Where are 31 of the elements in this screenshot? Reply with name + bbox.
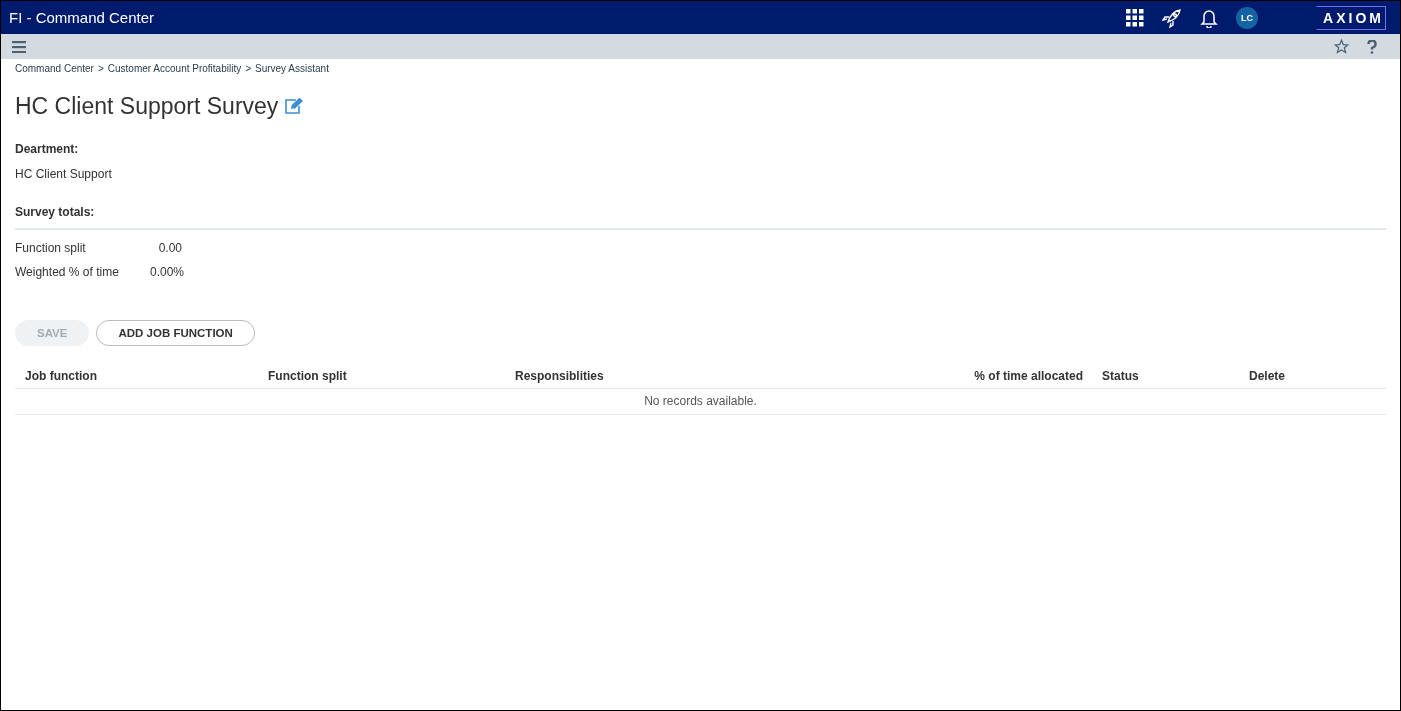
user-avatar[interactable]: LC [1236, 6, 1259, 29]
bell-icon[interactable] [1200, 7, 1219, 28]
menu-icon[interactable] [12, 40, 26, 53]
apps-grid-icon[interactable] [1126, 8, 1145, 27]
breadcrumb-separator: > [245, 63, 251, 74]
empty-message: No records available. [15, 389, 1386, 415]
logo: AXIOM [1316, 5, 1386, 30]
column-header: Function split [267, 368, 348, 383]
breadcrumb-link[interactable]: Command Center [15, 63, 94, 74]
page-title: HC Client Support Survey [15, 93, 279, 120]
column-header: Responsiblities [514, 368, 605, 383]
department-value: HC Client Support [15, 167, 113, 181]
action-button[interactable]: ADD JOB FUNCTION [96, 320, 255, 346]
column-header: Status [1101, 368, 1140, 383]
total-label: Weighted % of time [15, 265, 120, 279]
column-header: Delete [1248, 368, 1287, 383]
favorite-star-icon[interactable] [1334, 39, 1349, 54]
breadcrumb-link[interactable]: Survey Assistant [255, 63, 329, 74]
total-value: 0.00 [157, 241, 182, 255]
breadcrumb-separator: > [97, 63, 104, 74]
rocket-icon[interactable] [1162, 7, 1183, 28]
survey-totals-label: Survey totals: [15, 205, 1386, 230]
app-title: FI - Command Center [9, 9, 155, 26]
breadcrumb-link[interactable]: Customer Account Profitability [107, 63, 242, 74]
total-value: 0.00% [150, 265, 182, 279]
total-label: Function split [15, 241, 87, 255]
edit-icon[interactable] [284, 98, 304, 115]
help-icon[interactable] [1367, 39, 1377, 54]
department-label: Deartment: [15, 142, 80, 156]
column-header: % of time allocated [973, 368, 1084, 383]
column-header: Job function [24, 368, 98, 383]
